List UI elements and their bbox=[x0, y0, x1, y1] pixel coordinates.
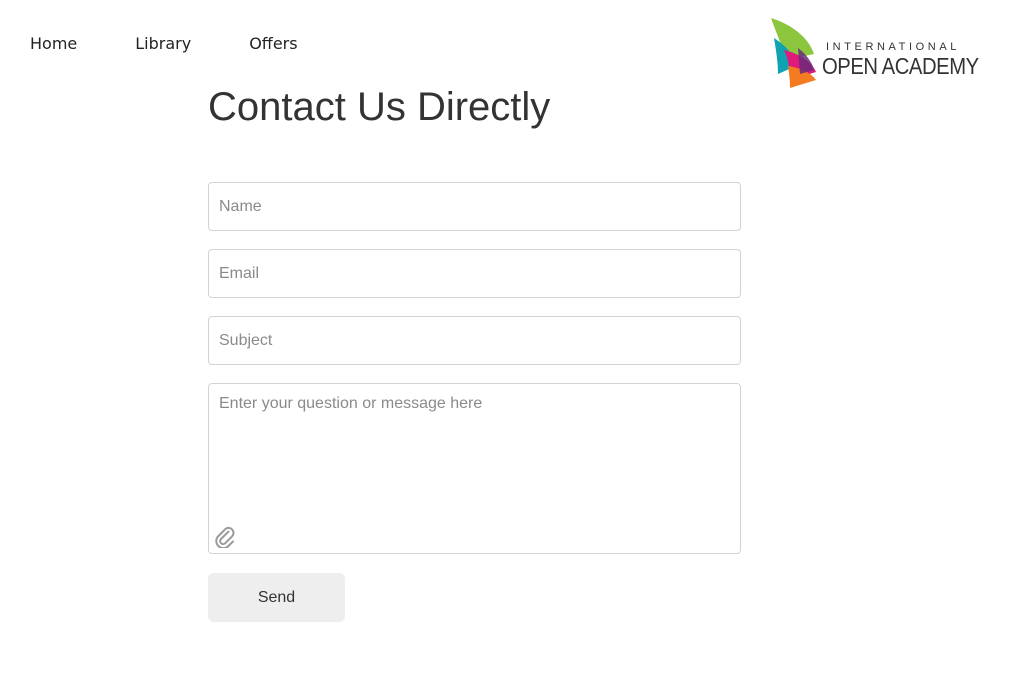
top-nav: Home Library Offers bbox=[30, 34, 298, 54]
nav-link-home[interactable]: Home bbox=[30, 34, 77, 54]
logo-mark-icon bbox=[771, 18, 816, 88]
brand-logo[interactable]: INTERNATIONAL OPEN ACADEMY bbox=[768, 18, 979, 90]
subject-field[interactable] bbox=[208, 316, 741, 365]
name-field[interactable] bbox=[208, 182, 741, 231]
send-button[interactable]: Send bbox=[208, 573, 345, 622]
page-title: Contact Us Directly bbox=[208, 85, 551, 129]
paperclip-icon[interactable] bbox=[215, 526, 235, 550]
message-field[interactable] bbox=[208, 383, 741, 554]
contact-form: Send bbox=[208, 182, 741, 622]
nav-link-offers[interactable]: Offers bbox=[249, 34, 297, 54]
logo-text-open-academy: OPEN ACADEMY bbox=[822, 53, 979, 79]
nav-link-library[interactable]: Library bbox=[135, 34, 191, 54]
email-field[interactable] bbox=[208, 249, 741, 298]
logo-text-international: INTERNATIONAL bbox=[826, 41, 960, 53]
message-container bbox=[208, 383, 741, 554]
